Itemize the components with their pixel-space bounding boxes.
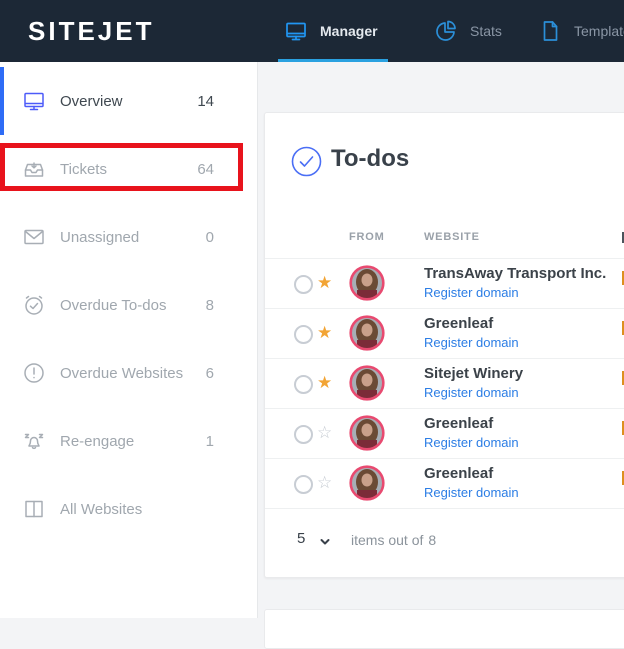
active-tab-underline <box>278 59 388 62</box>
file-icon <box>538 19 562 43</box>
todos-table: ★ TransAway Transport Inc. Register doma… <box>265 258 624 509</box>
pagination-text: items out of <box>351 532 423 548</box>
sidebar-item-label: Overview <box>60 93 197 110</box>
avatar[interactable] <box>349 465 385 501</box>
star-icon[interactable]: ★ <box>317 272 332 294</box>
row-radio[interactable] <box>294 325 313 344</box>
sidebar-item-all-websites[interactable]: All Websites <box>0 475 257 543</box>
tab-manager-label: Manager <box>320 23 378 39</box>
star-icon[interactable]: ★ <box>317 372 332 394</box>
avatar[interactable] <box>349 265 385 301</box>
sidebar-item-label: Overdue Websites <box>60 365 206 382</box>
website-name: TransAway Transport Inc. <box>424 265 606 282</box>
tab-manager[interactable]: Manager <box>284 0 378 62</box>
sidebar-item-unassigned[interactable]: Unassigned 0 <box>0 203 257 271</box>
star-icon[interactable]: ★ <box>317 322 332 344</box>
sidebar-item-count: 1 <box>206 433 214 450</box>
table-row: ★ TransAway Transport Inc. Register doma… <box>265 259 624 309</box>
sidebar-item-overview[interactable]: Overview 14 <box>0 67 257 135</box>
table-row: ★ Greenleaf Register domain <box>265 309 624 359</box>
sidebar-item-label: All Websites <box>60 501 214 518</box>
pie-chart-icon <box>434 19 458 43</box>
alert-circle-icon <box>22 361 46 385</box>
column-header-website: WEBSITE <box>424 231 480 243</box>
monitor-icon <box>22 89 46 113</box>
table-row: ★ Sitejet Winery Register domain <box>265 359 624 409</box>
todos-panel: To-dos FROM WEBSITE ★ TransAway Transpor… <box>264 112 624 578</box>
sidebar: Overview 14 Tickets 64 Unassigned 0 Over… <box>0 62 258 618</box>
avatar[interactable] <box>349 315 385 351</box>
row-radio[interactable] <box>294 425 313 444</box>
table-header: FROM WEBSITE <box>265 231 624 258</box>
star-icon[interactable]: ☆ <box>317 472 332 494</box>
sidebar-item-overdue-websites[interactable]: Overdue Websites 6 <box>0 339 257 407</box>
tab-stats-label: Stats <box>470 23 502 39</box>
inbox-icon <box>22 157 46 181</box>
next-panel-edge <box>264 609 624 649</box>
columns-icon <box>22 497 46 521</box>
sidebar-item-count: 8 <box>206 297 214 314</box>
alarm-check-icon <box>22 293 46 317</box>
register-domain-link[interactable]: Register domain <box>424 485 519 500</box>
sidebar-item-label: Unassigned <box>60 229 206 246</box>
table-row: ☆ Greenleaf Register domain <box>265 409 624 459</box>
panel-title: To-dos <box>331 145 409 173</box>
website-name: Greenleaf <box>424 315 493 332</box>
sidebar-item-overdue-todos[interactable]: Overdue To-dos 8 <box>0 271 257 339</box>
check-circle-icon <box>291 146 322 182</box>
register-domain-link[interactable]: Register domain <box>424 435 519 450</box>
register-domain-link[interactable]: Register domain <box>424 385 519 400</box>
column-header-from: FROM <box>349 231 385 243</box>
bell-snooze-icon <box>22 429 46 453</box>
sidebar-item-count: 64 <box>197 161 214 178</box>
website-name: Greenleaf <box>424 465 493 482</box>
row-radio[interactable] <box>294 475 313 494</box>
register-domain-link[interactable]: Register domain <box>424 335 519 350</box>
sidebar-item-label: Tickets <box>60 161 197 178</box>
sidebar-item-count: 6 <box>206 365 214 382</box>
star-icon[interactable]: ☆ <box>317 422 332 444</box>
avatar[interactable] <box>349 415 385 451</box>
sidebar-item-re-engage[interactable]: Re-engage 1 <box>0 407 257 475</box>
website-name: Greenleaf <box>424 415 493 432</box>
sidebar-item-label: Overdue To-dos <box>60 297 206 314</box>
register-domain-link[interactable]: Register domain <box>424 285 519 300</box>
sidebar-item-label: Re-engage <box>60 433 206 450</box>
pagination-total: 8 <box>428 532 436 548</box>
envelope-icon <box>22 225 46 249</box>
row-radio[interactable] <box>294 275 313 294</box>
avatar[interactable] <box>349 365 385 401</box>
sidebar-item-count: 0 <box>206 229 214 246</box>
row-radio[interactable] <box>294 375 313 394</box>
pagination: 5 items out of 8 <box>265 526 624 556</box>
table-row: ☆ Greenleaf Register domain <box>265 459 624 509</box>
monitor-icon <box>284 19 308 43</box>
website-name: Sitejet Winery <box>424 365 523 382</box>
tab-templates-label: Templates <box>574 23 624 39</box>
sidebar-item-count: 14 <box>197 93 214 110</box>
chevron-down-icon[interactable] <box>319 535 331 553</box>
tab-templates[interactable]: Templates <box>538 0 624 62</box>
sidebar-item-tickets[interactable]: Tickets 64 <box>0 135 257 203</box>
items-per-page-select[interactable]: 5 <box>297 530 305 547</box>
top-navbar: SITEJET Manager Stats Templates <box>0 0 624 62</box>
sitejet-logo: SITEJET <box>28 16 154 47</box>
pagination-label: items out of 8 <box>351 532 436 548</box>
tab-stats[interactable]: Stats <box>434 0 502 62</box>
